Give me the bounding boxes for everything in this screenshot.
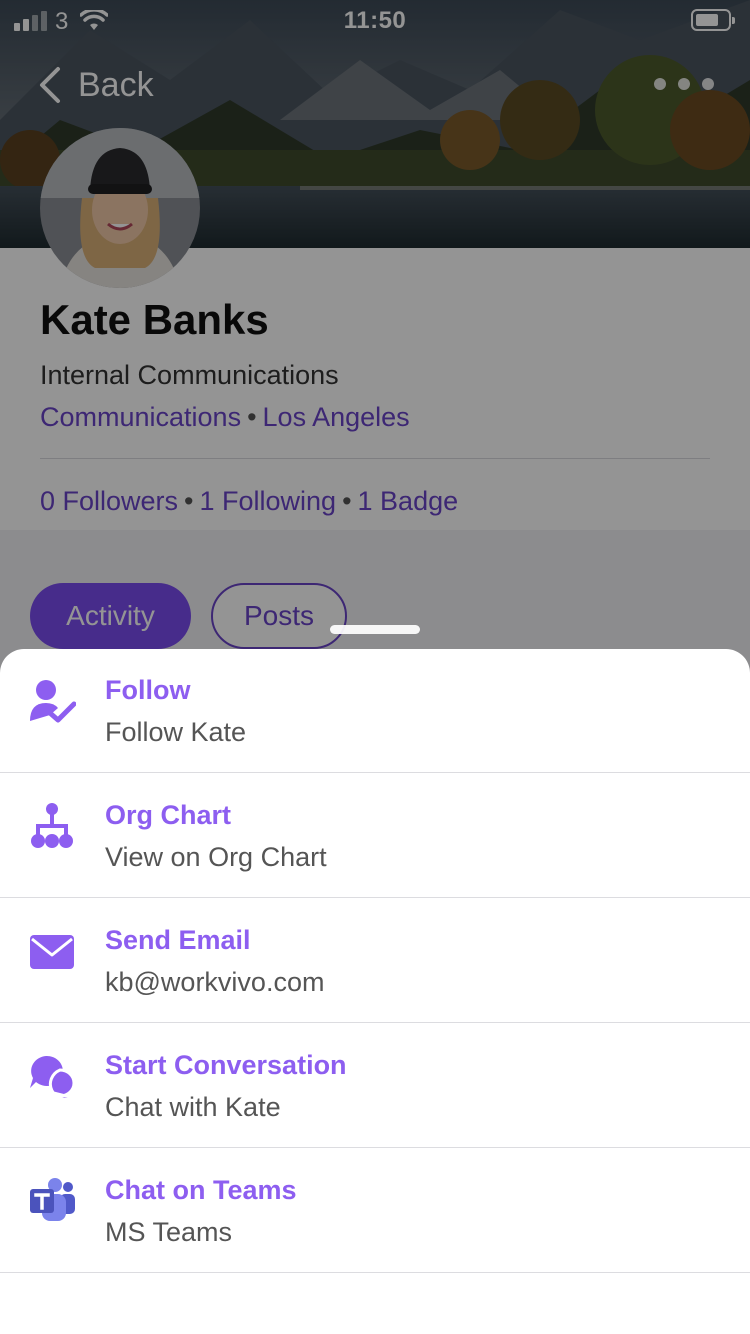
follow-user-check-icon: [30, 680, 76, 723]
follow-title: Follow: [105, 675, 191, 705]
envelope-icon: [30, 935, 74, 969]
org-chart-action[interactable]: Org Chart View on Org Chart: [0, 774, 750, 898]
follow-action[interactable]: Follow Follow Kate: [0, 649, 750, 773]
send-email-action[interactable]: Send Email kb@workvivo.com: [0, 899, 750, 1023]
start-conversation-subtitle: Chat with Kate: [105, 1092, 281, 1122]
chat-on-teams-subtitle: MS Teams: [105, 1217, 233, 1247]
chat-on-teams-title: Chat on Teams: [105, 1175, 297, 1205]
sheet-grabber-handle[interactable]: [330, 625, 420, 634]
chat-bubbles-icon: [30, 1055, 76, 1100]
org-chart-title: Org Chart: [105, 800, 232, 830]
follow-subtitle: Follow Kate: [105, 717, 247, 747]
profile-screen: 3 11:50 Back Kate Banks Internal Communi…: [0, 0, 750, 1334]
start-conversation-action[interactable]: Start Conversation Chat with Kate: [0, 1024, 750, 1148]
org-chart-icon: [31, 803, 73, 848]
send-email-subtitle: kb@workvivo.com: [105, 967, 325, 997]
send-email-title: Send Email: [105, 925, 251, 955]
start-conversation-title: Start Conversation: [105, 1050, 347, 1080]
action-sheet: Follow Follow Kate Org Chart View on Org…: [0, 649, 750, 1334]
org-chart-subtitle: View on Org Chart: [105, 842, 327, 872]
chat-on-teams-action[interactable]: Chat on Teams MS Teams: [0, 1149, 750, 1273]
ms-teams-icon: [30, 1178, 75, 1221]
